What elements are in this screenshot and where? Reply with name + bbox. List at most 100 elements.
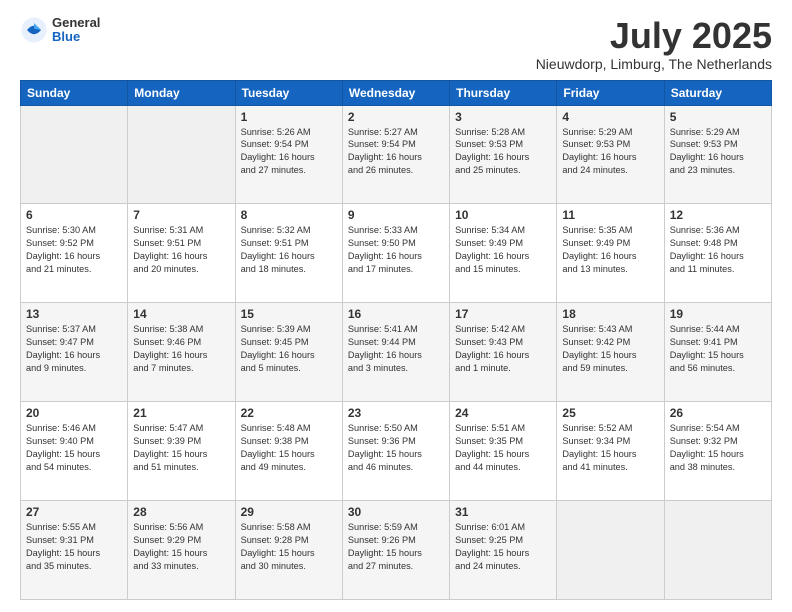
logo-icon — [20, 16, 48, 44]
calendar-day-cell — [557, 501, 664, 600]
day-number: 20 — [26, 406, 122, 420]
weekday-header: Monday — [128, 80, 235, 105]
day-info: Sunrise: 5:36 AM Sunset: 9:48 PM Dayligh… — [670, 224, 766, 276]
day-number: 22 — [241, 406, 337, 420]
calendar-day-cell: 27 Sunrise: 5:55 AM Sunset: 9:31 PM Dayli… — [21, 501, 128, 600]
day-number: 29 — [241, 505, 337, 519]
calendar-day-cell: 15 Sunrise: 5:39 AM Sunset: 9:45 PM Dayli… — [235, 303, 342, 402]
day-number: 21 — [133, 406, 229, 420]
day-number: 17 — [455, 307, 551, 321]
day-number: 7 — [133, 208, 229, 222]
day-number: 28 — [133, 505, 229, 519]
calendar-day-cell — [664, 501, 771, 600]
month-title: July 2025 — [536, 16, 772, 56]
calendar-day-cell: 12 Sunrise: 5:36 AM Sunset: 9:48 PM Dayli… — [664, 204, 771, 303]
calendar-header-row: SundayMondayTuesdayWednesdayThursdayFrid… — [21, 80, 772, 105]
day-info: Sunrise: 5:39 AM Sunset: 9:45 PM Dayligh… — [241, 323, 337, 375]
day-number: 1 — [241, 110, 337, 124]
day-info: Sunrise: 5:35 AM Sunset: 9:49 PM Dayligh… — [562, 224, 658, 276]
calendar-week-row: 13Sunrise: 5:37 AM Sunset: 9:47 PM Dayli… — [21, 303, 772, 402]
weekday-header: Sunday — [21, 80, 128, 105]
day-info: Sunrise: 5:41 AM Sunset: 9:44 PM Dayligh… — [348, 323, 444, 375]
day-info: Sunrise: 5:48 AM Sunset: 9:38 PM Dayligh… — [241, 422, 337, 474]
day-info: Sunrise: 5:52 AM Sunset: 9:34 PM Dayligh… — [562, 422, 658, 474]
weekday-header: Friday — [557, 80, 664, 105]
day-number: 6 — [26, 208, 122, 222]
calendar-day-cell: 2Sunrise: 5:27 AM Sunset: 9:54 PM Daylig… — [342, 105, 449, 204]
calendar-day-cell: 4Sunrise: 5:29 AM Sunset: 9:53 PM Daylig… — [557, 105, 664, 204]
day-number: 11 — [562, 208, 658, 222]
calendar-day-cell: 21Sunrise: 5:47 AM Sunset: 9:39 PM Dayli… — [128, 402, 235, 501]
day-number: 27 — [26, 505, 122, 519]
calendar-day-cell: 8Sunrise: 5:32 AM Sunset: 9:51 PM Daylig… — [235, 204, 342, 303]
weekday-header: Tuesday — [235, 80, 342, 105]
calendar-day-cell: 25 Sunrise: 5:52 AM Sunset: 9:34 PM Dayli… — [557, 402, 664, 501]
day-number: 13 — [26, 307, 122, 321]
calendar-day-cell: 13Sunrise: 5:37 AM Sunset: 9:47 PM Dayli… — [21, 303, 128, 402]
calendar-day-cell: 1 Sunrise: 5:26 AM Sunset: 9:54 PM Daylig… — [235, 105, 342, 204]
day-number: 2 — [348, 110, 444, 124]
calendar-day-cell: 30 Sunrise: 5:59 AM Sunset: 9:26 PM Dayli… — [342, 501, 449, 600]
calendar-day-cell: 16 Sunrise: 5:41 AM Sunset: 9:44 PM Dayli… — [342, 303, 449, 402]
calendar-day-cell: 31 Sunrise: 6:01 AM Sunset: 9:25 PM Dayli… — [450, 501, 557, 600]
day-number: 15 — [241, 307, 337, 321]
day-number: 3 — [455, 110, 551, 124]
day-info: Sunrise: 5:44 AM Sunset: 9:41 PM Dayligh… — [670, 323, 766, 375]
day-info: Sunrise: 5:46 AM Sunset: 9:40 PM Dayligh… — [26, 422, 122, 474]
calendar-day-cell: 19Sunrise: 5:44 AM Sunset: 9:41 PM Dayli… — [664, 303, 771, 402]
day-number: 16 — [348, 307, 444, 321]
calendar-day-cell: 11 Sunrise: 5:35 AM Sunset: 9:49 PM Dayli… — [557, 204, 664, 303]
day-number: 8 — [241, 208, 337, 222]
calendar-day-cell: 14 Sunrise: 5:38 AM Sunset: 9:46 PM Dayli… — [128, 303, 235, 402]
page: General Blue July 2025 Nieuwdorp, Limbur… — [0, 0, 792, 612]
calendar-day-cell: 9 Sunrise: 5:33 AM Sunset: 9:50 PM Daylig… — [342, 204, 449, 303]
logo-blue-text: Blue — [52, 30, 100, 44]
calendar-day-cell: 29 Sunrise: 5:58 AM Sunset: 9:28 PM Dayli… — [235, 501, 342, 600]
day-number: 10 — [455, 208, 551, 222]
day-info: Sunrise: 5:28 AM Sunset: 9:53 PM Dayligh… — [455, 126, 551, 178]
weekday-header: Thursday — [450, 80, 557, 105]
day-info: Sunrise: 5:42 AM Sunset: 9:43 PM Dayligh… — [455, 323, 551, 375]
day-info: Sunrise: 5:54 AM Sunset: 9:32 PM Dayligh… — [670, 422, 766, 474]
day-info: Sunrise: 5:30 AM Sunset: 9:52 PM Dayligh… — [26, 224, 122, 276]
day-number: 30 — [348, 505, 444, 519]
calendar-day-cell: 7 Sunrise: 5:31 AM Sunset: 9:51 PM Daylig… — [128, 204, 235, 303]
day-info: Sunrise: 5:31 AM Sunset: 9:51 PM Dayligh… — [133, 224, 229, 276]
day-info: Sunrise: 5:34 AM Sunset: 9:49 PM Dayligh… — [455, 224, 551, 276]
day-number: 14 — [133, 307, 229, 321]
calendar-day-cell: 26 Sunrise: 5:54 AM Sunset: 9:32 PM Dayli… — [664, 402, 771, 501]
weekday-header: Saturday — [664, 80, 771, 105]
day-info: Sunrise: 5:58 AM Sunset: 9:28 PM Dayligh… — [241, 521, 337, 573]
location: Nieuwdorp, Limburg, The Netherlands — [536, 56, 772, 72]
day-info: Sunrise: 5:29 AM Sunset: 9:53 PM Dayligh… — [562, 126, 658, 178]
calendar-day-cell — [128, 105, 235, 204]
day-info: Sunrise: 5:38 AM Sunset: 9:46 PM Dayligh… — [133, 323, 229, 375]
day-number: 9 — [348, 208, 444, 222]
day-info: Sunrise: 5:51 AM Sunset: 9:35 PM Dayligh… — [455, 422, 551, 474]
calendar-week-row: 20 Sunrise: 5:46 AM Sunset: 9:40 PM Dayli… — [21, 402, 772, 501]
calendar-day-cell: 24Sunrise: 5:51 AM Sunset: 9:35 PM Dayli… — [450, 402, 557, 501]
day-info: Sunrise: 5:26 AM Sunset: 9:54 PM Dayligh… — [241, 126, 337, 178]
day-info: Sunrise: 5:55 AM Sunset: 9:31 PM Dayligh… — [26, 521, 122, 573]
logo: General Blue — [20, 16, 100, 45]
day-info: Sunrise: 6:01 AM Sunset: 9:25 PM Dayligh… — [455, 521, 551, 573]
calendar: SundayMondayTuesdayWednesdayThursdayFrid… — [20, 80, 772, 600]
day-number: 25 — [562, 406, 658, 420]
day-number: 26 — [670, 406, 766, 420]
title-section: July 2025 Nieuwdorp, Limburg, The Nether… — [536, 16, 772, 72]
day-number: 31 — [455, 505, 551, 519]
calendar-day-cell: 22 Sunrise: 5:48 AM Sunset: 9:38 PM Dayli… — [235, 402, 342, 501]
weekday-header: Wednesday — [342, 80, 449, 105]
day-info: Sunrise: 5:59 AM Sunset: 9:26 PM Dayligh… — [348, 521, 444, 573]
calendar-week-row: 6 Sunrise: 5:30 AM Sunset: 9:52 PM Daylig… — [21, 204, 772, 303]
day-number: 12 — [670, 208, 766, 222]
calendar-day-cell: 10 Sunrise: 5:34 AM Sunset: 9:49 PM Dayli… — [450, 204, 557, 303]
calendar-week-row: 1 Sunrise: 5:26 AM Sunset: 9:54 PM Daylig… — [21, 105, 772, 204]
logo-text: General Blue — [52, 16, 100, 45]
calendar-day-cell: 3 Sunrise: 5:28 AM Sunset: 9:53 PM Daylig… — [450, 105, 557, 204]
day-number: 23 — [348, 406, 444, 420]
day-number: 5 — [670, 110, 766, 124]
calendar-day-cell: 17 Sunrise: 5:42 AM Sunset: 9:43 PM Dayli… — [450, 303, 557, 402]
day-info: Sunrise: 5:33 AM Sunset: 9:50 PM Dayligh… — [348, 224, 444, 276]
calendar-day-cell: 28Sunrise: 5:56 AM Sunset: 9:29 PM Dayli… — [128, 501, 235, 600]
